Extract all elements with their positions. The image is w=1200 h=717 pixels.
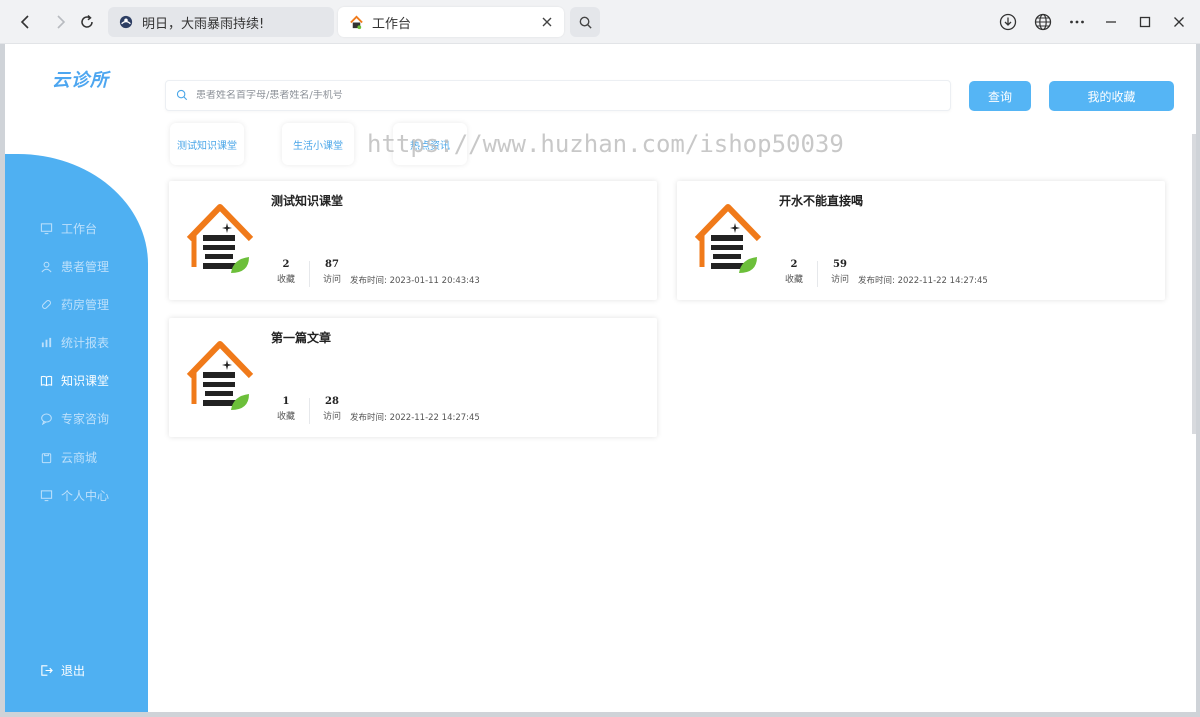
visits-label: 访问 xyxy=(322,275,341,285)
search-input[interactable] xyxy=(196,90,896,101)
favorites-stat: 1 收藏 xyxy=(271,396,301,422)
favorites-stat: 2 收藏 xyxy=(779,259,809,285)
house-favicon-icon xyxy=(348,14,364,30)
sidebar-item-label: 工作台 xyxy=(61,222,98,236)
divider xyxy=(309,398,310,424)
browser-tab-weather[interactable]: 明日，大雨暴雨持续! xyxy=(108,7,334,37)
maximize-icon[interactable] xyxy=(1133,10,1157,34)
search-box xyxy=(165,80,951,111)
watermark: https://www.huzhan.com/ishop50039 xyxy=(367,130,844,158)
minimize-icon[interactable] xyxy=(1099,10,1123,34)
sidebar-item-label: 个人中心 xyxy=(61,489,110,503)
forward-icon[interactable] xyxy=(48,10,72,34)
browser-toolbar: 明日，大雨暴雨持续! 工作台 xyxy=(0,0,1200,44)
more-menu-icon[interactable] xyxy=(1065,10,1089,34)
article-title[interactable]: 开水不能直接喝 xyxy=(779,192,863,209)
sidebar-item-patients[interactable]: 患者管理 xyxy=(39,258,109,275)
sidebar: 工作台 患者管理 药房管理 统计报表 知识课堂 专家咨询 云商城 个人中心 退出 xyxy=(5,154,148,712)
publish-time: 发布时间: 2022-11-22 14:27:45 xyxy=(350,413,480,423)
logout-label: 退出 xyxy=(61,664,86,678)
sidebar-item-workbench[interactable]: 工作台 xyxy=(39,220,97,237)
favorites-count: 2 xyxy=(790,259,798,270)
article-card[interactable]: 第一篇文章 1 收藏 28 访问 发布时间: 2022-11-22 14:27:45 xyxy=(169,318,657,437)
reload-icon[interactable] xyxy=(75,10,99,34)
browser-search-icon[interactable] xyxy=(570,7,600,37)
category-tab-test-knowledge[interactable]: 测试知识课堂 xyxy=(170,123,244,165)
sidebar-item-pharmacy[interactable]: 药房管理 xyxy=(39,296,109,313)
bar-chart-icon xyxy=(39,336,53,350)
logout-button[interactable]: 退出 xyxy=(39,662,85,679)
sidebar-item-shop[interactable]: 云商城 xyxy=(39,449,97,466)
sidebar-item-consult[interactable]: 专家咨询 xyxy=(39,410,109,427)
visits-label: 访问 xyxy=(322,412,341,422)
favorites-label: 收藏 xyxy=(784,275,803,285)
search-icon xyxy=(176,89,190,103)
globe-icon[interactable] xyxy=(1031,10,1055,34)
clinic-logo-icon xyxy=(186,341,254,410)
user-icon xyxy=(39,260,53,274)
sidebar-item-label: 知识课堂 xyxy=(61,374,110,388)
visits-stat: 28 访问 xyxy=(317,396,347,422)
favorites-count: 1 xyxy=(282,396,290,407)
sidebar-item-profile[interactable]: 个人中心 xyxy=(39,487,109,504)
back-icon[interactable] xyxy=(14,10,38,34)
app-logo: 云诊所 xyxy=(52,70,109,91)
visits-count: 87 xyxy=(325,259,339,270)
divider xyxy=(309,261,310,287)
visits-count: 59 xyxy=(833,259,847,270)
sidebar-item-label: 云商城 xyxy=(61,451,98,465)
clinic-logo-icon xyxy=(186,204,254,273)
shopping-bag-icon xyxy=(39,451,53,465)
download-icon[interactable] xyxy=(996,10,1020,34)
visits-label: 访问 xyxy=(830,275,849,285)
app-window: 云诊所 工作台 患者管理 药房管理 统计报表 知识课堂 专家咨询 云商城 个人中… xyxy=(5,44,1196,712)
sidebar-item-label: 药房管理 xyxy=(61,298,110,312)
publish-time: 发布时间: 2023-01-11 20:43:43 xyxy=(350,276,480,286)
divider xyxy=(817,261,818,287)
query-button[interactable]: 查询 xyxy=(969,81,1031,111)
favorites-label: 收藏 xyxy=(276,412,295,422)
close-tab-icon[interactable] xyxy=(540,15,554,29)
favorites-count: 2 xyxy=(282,259,290,270)
visits-stat: 87 访问 xyxy=(317,259,347,285)
favorites-stat: 2 收藏 xyxy=(271,259,301,285)
browser-tab-workbench[interactable]: 工作台 xyxy=(338,7,564,37)
sidebar-item-label: 统计报表 xyxy=(61,336,110,350)
visits-stat: 59 访问 xyxy=(825,259,855,285)
publish-time: 发布时间: 2022-11-22 14:27:45 xyxy=(858,276,988,286)
monitor-icon xyxy=(39,222,53,236)
article-title[interactable]: 测试知识课堂 xyxy=(271,192,343,209)
tab-title: 明日，大雨暴雨持续! xyxy=(142,16,265,32)
book-icon xyxy=(39,374,53,388)
sidebar-item-knowledge[interactable]: 知识课堂 xyxy=(39,372,109,389)
sidebar-item-label: 专家咨询 xyxy=(61,412,110,426)
close-window-icon[interactable] xyxy=(1167,10,1191,34)
sidebar-item-reports[interactable]: 统计报表 xyxy=(39,334,109,351)
article-card[interactable]: 开水不能直接喝 2 收藏 59 访问 发布时间: 2022-11-22 14:27:… xyxy=(677,181,1165,300)
scrollbar[interactable] xyxy=(1192,134,1196,434)
article-card[interactable]: 测试知识课堂 2 收藏 87 访问 发布时间: 2023-01-11 20:43:4… xyxy=(169,181,657,300)
my-favorites-button[interactable]: 我的收藏 xyxy=(1049,81,1174,111)
monitor-icon xyxy=(39,489,53,503)
sidebar-item-label: 患者管理 xyxy=(61,260,110,274)
weather-favicon-icon xyxy=(118,14,134,30)
favorites-label: 收藏 xyxy=(276,275,295,285)
visits-count: 28 xyxy=(325,396,339,407)
chat-icon xyxy=(39,412,53,426)
logout-icon xyxy=(39,664,53,678)
clinic-logo-icon xyxy=(694,204,762,273)
article-title[interactable]: 第一篇文章 xyxy=(271,329,331,346)
category-tab-life[interactable]: 生活小课堂 xyxy=(282,123,354,165)
pill-icon xyxy=(39,298,53,312)
tab-title: 工作台 xyxy=(372,16,412,32)
